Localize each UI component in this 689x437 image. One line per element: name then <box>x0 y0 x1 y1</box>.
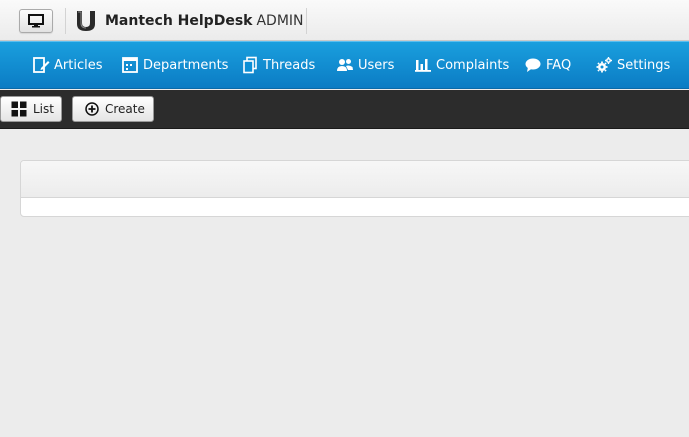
nav-label: Articles <box>54 57 103 73</box>
create-button[interactable]: Create <box>72 96 154 122</box>
nav-item-articles[interactable]: Articles <box>32 42 102 88</box>
plus-circle-icon <box>85 102 99 116</box>
nav-label: Threads <box>263 57 316 73</box>
brand-suffix: ADMIN <box>256 13 304 29</box>
list-button[interactable]: List <box>0 96 62 122</box>
brand-name: Mantech HelpDesk <box>105 13 253 29</box>
nav-label: Users <box>358 57 395 73</box>
panel-header <box>21 161 689 198</box>
top-header: Mantech HelpDesk ADMIN <box>0 0 689 41</box>
gears-icon <box>596 57 612 73</box>
list-label: List <box>33 102 54 116</box>
divider <box>306 8 307 34</box>
monitor-icon <box>28 14 44 28</box>
divider <box>65 8 66 34</box>
grid-icon <box>11 101 27 117</box>
nav-label: Complaints <box>436 57 510 73</box>
horseshoe-logo <box>77 11 95 31</box>
nav-label: FAQ <box>546 57 572 73</box>
copy-icon <box>243 56 257 74</box>
action-toolbar: List Create <box>0 90 689 129</box>
nav-item-complaints[interactable]: Complaints <box>414 42 509 88</box>
content-panel <box>20 160 689 217</box>
brand[interactable]: Mantech HelpDesk ADMIN <box>75 9 304 33</box>
nav-item-users[interactable]: Users <box>336 42 394 88</box>
nav-item-departments[interactable]: Departments <box>121 42 228 88</box>
nav-label: Settings <box>617 57 671 73</box>
users-icon <box>337 59 353 71</box>
nav-item-settings[interactable]: Settings <box>595 42 670 88</box>
nav-item-threads[interactable]: Threads <box>242 42 315 88</box>
nav-item-faq[interactable]: FAQ <box>524 42 571 88</box>
sidebar-toggle-button[interactable] <box>19 9 53 33</box>
create-label: Create <box>105 102 145 116</box>
bar-chart-icon <box>415 59 431 72</box>
chat-icon <box>525 58 541 72</box>
nav-label: Departments <box>143 57 229 73</box>
calendar-icon <box>122 57 138 73</box>
main-nav: Articles Departments Threads Users Compl… <box>0 41 689 89</box>
edit-icon <box>33 57 50 73</box>
